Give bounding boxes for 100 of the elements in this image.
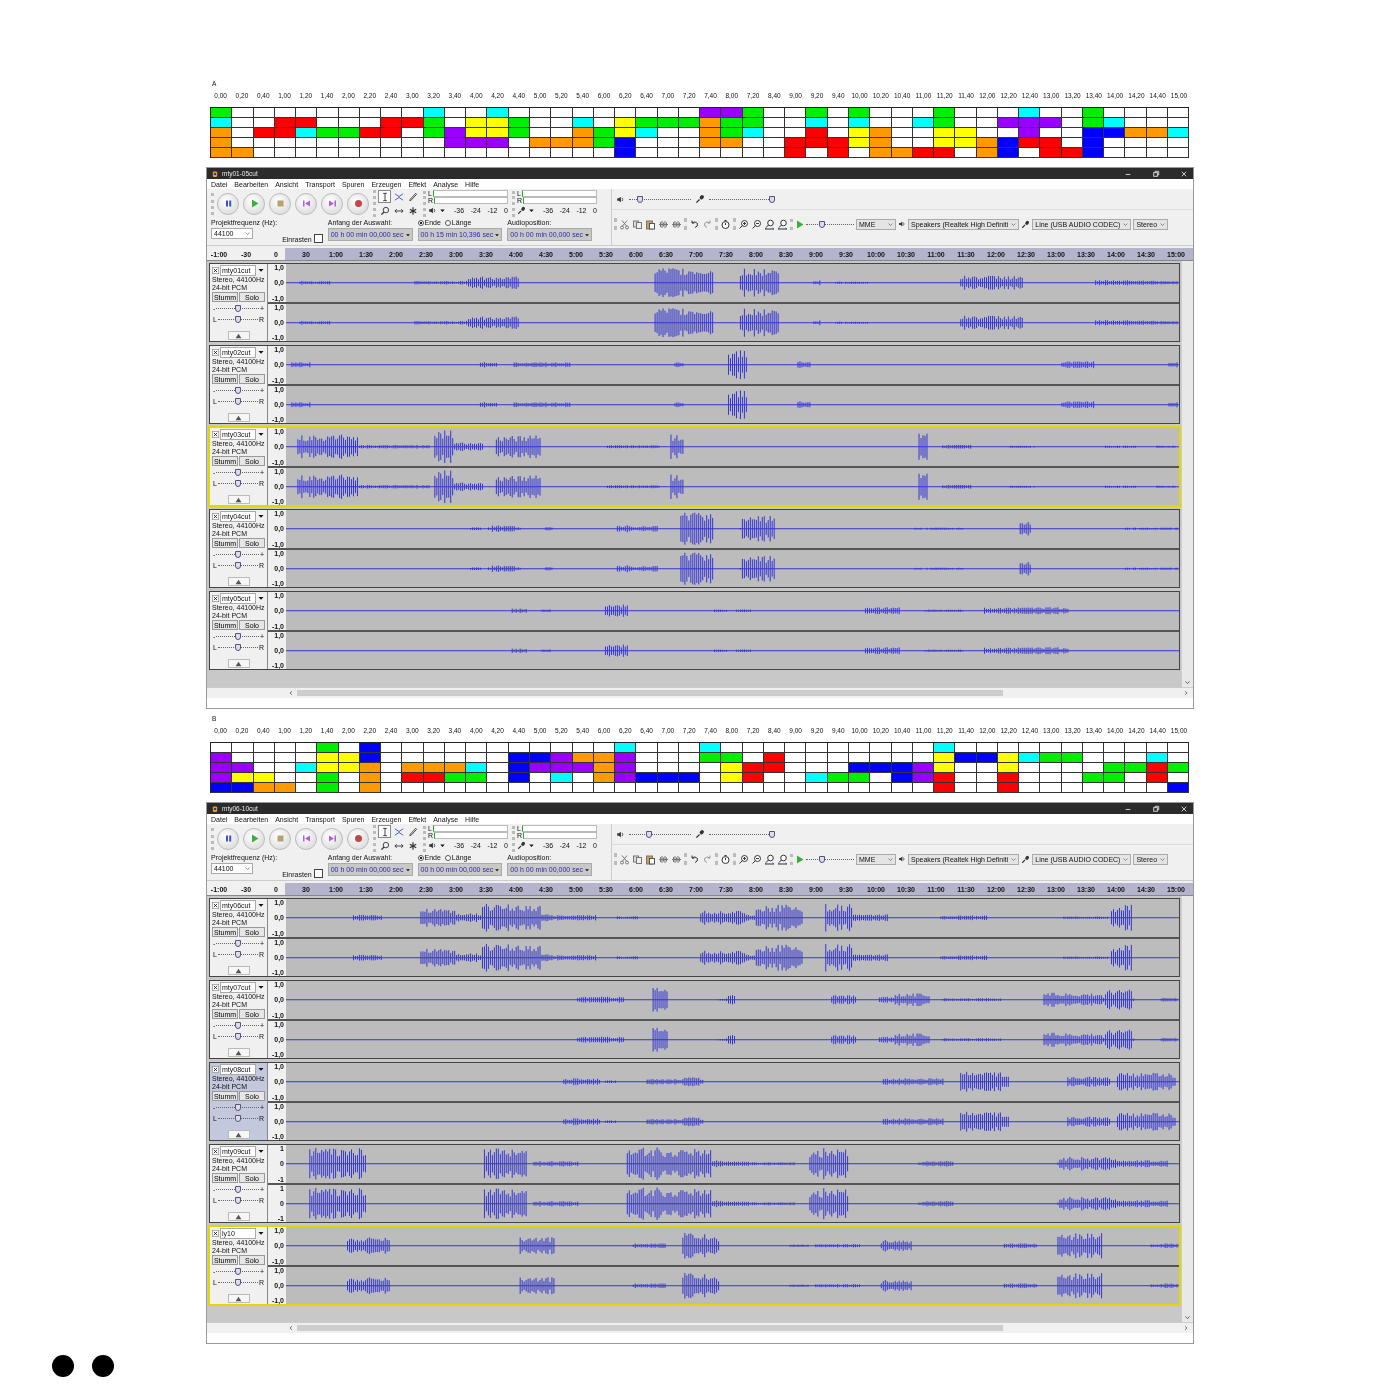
gain-slider[interactable] bbox=[216, 549, 259, 559]
slider-thumb[interactable] bbox=[234, 1114, 241, 1122]
slider-thumb[interactable] bbox=[234, 468, 241, 476]
volume-slider[interactable] bbox=[709, 829, 775, 839]
slider-thumb[interactable] bbox=[818, 855, 825, 863]
collapse-button[interactable] bbox=[227, 1048, 250, 1057]
vertical-scrollbar[interactable] bbox=[1181, 896, 1193, 1322]
collapse-button[interactable] bbox=[227, 577, 250, 586]
slider-thumb[interactable] bbox=[234, 939, 241, 947]
slider-thumb[interactable] bbox=[769, 830, 775, 838]
skip-end-button[interactable] bbox=[321, 827, 343, 850]
caret-icon[interactable] bbox=[528, 842, 535, 850]
slider-thumb[interactable] bbox=[818, 220, 825, 228]
play-button[interactable] bbox=[243, 192, 265, 215]
speaker-icon[interactable] bbox=[616, 829, 625, 839]
caret-icon[interactable] bbox=[257, 512, 265, 520]
caret-icon[interactable] bbox=[257, 594, 265, 602]
pause-button[interactable] bbox=[217, 192, 239, 215]
collapse-button[interactable] bbox=[227, 1130, 250, 1139]
collapse-button[interactable] bbox=[227, 413, 250, 422]
copy-icon[interactable] bbox=[631, 853, 643, 865]
caret-icon[interactable] bbox=[528, 207, 535, 215]
collapse-button[interactable] bbox=[227, 495, 250, 504]
checkbox[interactable] bbox=[313, 869, 323, 879]
pan-slider[interactable] bbox=[217, 396, 258, 406]
selection-tool-button[interactable] bbox=[378, 190, 391, 204]
x-box-icon[interactable] bbox=[212, 512, 219, 520]
zoom-fit-icon[interactable] bbox=[763, 218, 775, 230]
record-button[interactable] bbox=[347, 192, 369, 215]
slider-thumb[interactable] bbox=[234, 386, 241, 394]
slider-thumb[interactable] bbox=[234, 1032, 241, 1040]
caret-icon[interactable] bbox=[257, 901, 265, 909]
play-button[interactable] bbox=[243, 827, 265, 850]
collapse-button[interactable] bbox=[227, 659, 250, 668]
pause-button[interactable] bbox=[217, 827, 239, 850]
restore-icon[interactable] bbox=[1151, 168, 1161, 179]
gain-slider[interactable] bbox=[216, 1266, 259, 1276]
collapse-button[interactable] bbox=[227, 1212, 250, 1221]
skip-start-button[interactable] bbox=[295, 827, 317, 850]
slider-thumb[interactable] bbox=[234, 1103, 241, 1111]
caret-icon[interactable] bbox=[257, 1229, 265, 1237]
zoom-in-icon[interactable] bbox=[737, 218, 749, 230]
x-box-icon[interactable] bbox=[212, 348, 219, 356]
zoom-out-icon[interactable] bbox=[750, 218, 762, 230]
waveform-icon[interactable] bbox=[670, 853, 682, 865]
slider-thumb[interactable] bbox=[234, 304, 241, 312]
record-button[interactable] bbox=[347, 827, 369, 850]
copy-icon[interactable] bbox=[631, 218, 643, 230]
draw-tool-button[interactable] bbox=[406, 825, 419, 839]
gain-slider[interactable] bbox=[216, 1020, 259, 1030]
slider-thumb[interactable] bbox=[234, 1185, 241, 1193]
collapse-button[interactable] bbox=[227, 331, 250, 340]
slider-thumb[interactable] bbox=[769, 195, 775, 203]
slider-thumb[interactable] bbox=[234, 479, 241, 487]
pan-slider[interactable] bbox=[217, 1113, 258, 1123]
restore-icon[interactable] bbox=[1151, 803, 1161, 814]
microphone-icon[interactable] bbox=[517, 841, 526, 851]
x-box-icon[interactable] bbox=[212, 1065, 219, 1073]
checkbox[interactable] bbox=[313, 234, 323, 244]
waveform-icon[interactable] bbox=[670, 218, 682, 230]
zoom-fit-icon[interactable] bbox=[776, 218, 788, 230]
slider-thumb[interactable] bbox=[645, 830, 652, 838]
pan-slider[interactable] bbox=[217, 1031, 258, 1041]
stopwatch-icon[interactable] bbox=[719, 218, 731, 230]
volume-slider[interactable] bbox=[709, 194, 775, 204]
selection-tool-button[interactable] bbox=[378, 825, 391, 839]
pan-slider[interactable] bbox=[217, 949, 258, 959]
slider-thumb[interactable] bbox=[234, 315, 241, 323]
pan-slider[interactable] bbox=[217, 1277, 258, 1287]
scissors-icon[interactable] bbox=[618, 853, 630, 865]
zoom-tool-button[interactable] bbox=[378, 204, 391, 218]
pan-slider[interactable] bbox=[217, 314, 258, 324]
caret-icon[interactable] bbox=[257, 1147, 265, 1155]
pan-slider[interactable] bbox=[217, 560, 258, 570]
zoom-fit-icon[interactable] bbox=[763, 853, 775, 865]
gain-slider[interactable] bbox=[216, 385, 259, 395]
caret-icon[interactable] bbox=[257, 1065, 265, 1073]
x-box-icon[interactable] bbox=[212, 901, 219, 909]
skip-start-button[interactable] bbox=[295, 192, 317, 215]
gain-slider[interactable] bbox=[216, 938, 259, 948]
speaker-icon[interactable] bbox=[616, 194, 625, 204]
slider-thumb[interactable] bbox=[234, 632, 241, 640]
caret-icon[interactable] bbox=[439, 842, 446, 850]
gain-slider[interactable] bbox=[216, 303, 259, 313]
pan-slider[interactable] bbox=[217, 478, 258, 488]
gain-slider[interactable] bbox=[216, 467, 259, 477]
slider-thumb[interactable] bbox=[234, 1021, 241, 1029]
skip-end-button[interactable] bbox=[321, 192, 343, 215]
slider-thumb[interactable] bbox=[234, 397, 241, 405]
undo-icon[interactable] bbox=[688, 218, 700, 230]
x-box-icon[interactable] bbox=[212, 594, 219, 602]
slider-thumb[interactable] bbox=[637, 195, 644, 203]
zoom-in-icon[interactable] bbox=[737, 853, 749, 865]
x-box-icon[interactable] bbox=[212, 1147, 219, 1155]
scissors-icon[interactable] bbox=[618, 218, 630, 230]
zoom-out-icon[interactable] bbox=[750, 853, 762, 865]
pan-slider[interactable] bbox=[217, 1195, 258, 1205]
speaker-icon[interactable] bbox=[428, 206, 437, 216]
slider-thumb[interactable] bbox=[234, 1278, 241, 1286]
volume-slider[interactable] bbox=[629, 194, 691, 204]
